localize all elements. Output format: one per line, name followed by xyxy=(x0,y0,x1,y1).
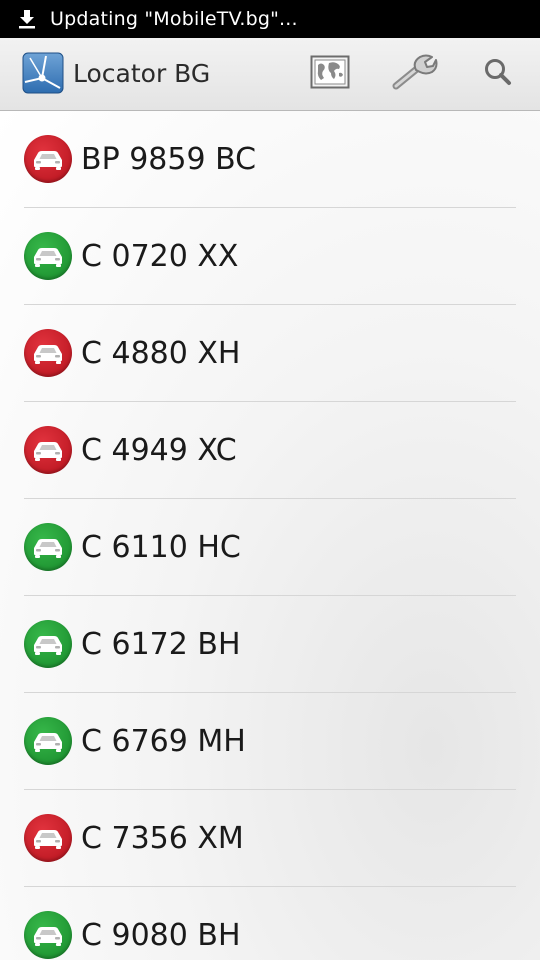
vehicle-plate-label: C 0720 XX xyxy=(81,238,239,274)
app-title: Locator BG xyxy=(73,59,211,88)
vehicle-list-item[interactable]: C 4949 XC xyxy=(24,402,516,499)
search-button[interactable] xyxy=(478,38,518,110)
vehicle-plate-label: C 7356 XM xyxy=(81,820,244,856)
action-bar: Locator BG xyxy=(0,38,540,111)
car-status-icon xyxy=(24,426,72,474)
search-icon xyxy=(483,57,513,91)
vehicle-list: BP 9859 BC C 0720 XX C 4880 XH C 4949 XC… xyxy=(0,111,540,960)
car-status-icon xyxy=(24,620,72,668)
car-status-icon xyxy=(24,135,72,183)
vehicle-plate-label: BP 9859 BC xyxy=(81,141,257,177)
car-status-icon xyxy=(24,911,72,959)
vehicle-list-item[interactable]: C 6110 HC xyxy=(24,499,516,596)
vehicle-list-item[interactable]: C 7356 XM xyxy=(24,790,516,887)
car-status-icon xyxy=(24,523,72,571)
vehicle-plate-label: C 6769 MH xyxy=(81,723,246,759)
status-notification-text: Updating "MobileTV.bg"... xyxy=(50,8,298,30)
vehicle-plate-label: C 4949 XC xyxy=(81,432,237,468)
vehicle-list-item[interactable]: C 0720 XX xyxy=(24,208,516,305)
vehicle-plate-label: C 4880 XH xyxy=(81,335,241,371)
car-status-icon xyxy=(24,717,72,765)
vehicle-plate-label: C 9080 BH xyxy=(81,917,241,953)
vehicle-list-item[interactable]: C 4880 XH xyxy=(24,305,516,402)
wrench-icon xyxy=(390,54,438,94)
vehicle-list-item[interactable]: C 6172 BH xyxy=(24,596,516,693)
car-status-icon xyxy=(24,232,72,280)
car-status-icon xyxy=(24,329,72,377)
settings-button[interactable] xyxy=(388,38,440,110)
vehicle-list-item[interactable]: C 9080 BH xyxy=(24,887,516,960)
status-bar: Updating "MobileTV.bg"... xyxy=(0,0,540,38)
locator-map-icon[interactable] xyxy=(22,52,64,94)
vehicle-plate-label: C 6172 BH xyxy=(81,626,241,662)
vehicle-plate-label: C 6110 HC xyxy=(81,529,241,565)
vehicle-list-item[interactable]: C 6769 MH xyxy=(24,693,516,790)
vehicle-list-item[interactable]: BP 9859 BC xyxy=(24,111,516,208)
map-button[interactable] xyxy=(306,38,354,110)
map-icon xyxy=(310,55,350,93)
car-status-icon xyxy=(24,814,72,862)
download-icon xyxy=(18,8,36,30)
